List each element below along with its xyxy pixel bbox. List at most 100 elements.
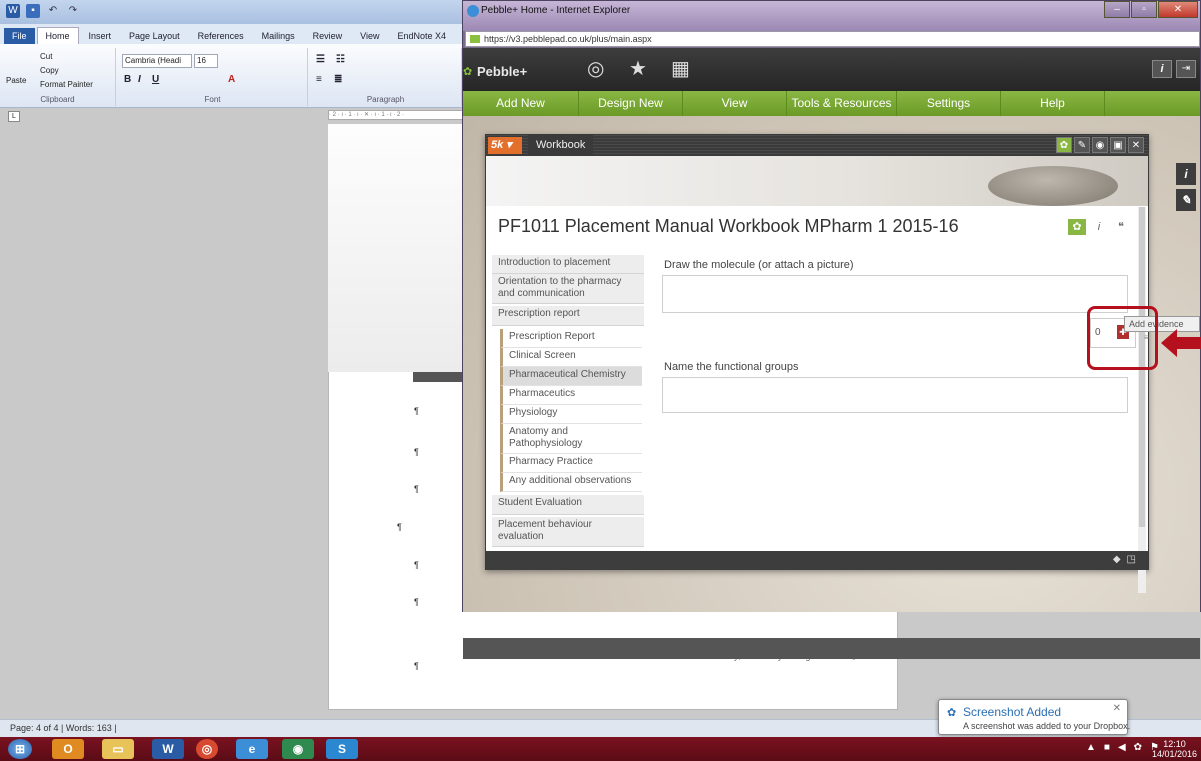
save-icon[interactable]: ▣ [1110, 137, 1126, 153]
sidebar-sub-prescription-report[interactable]: Prescription Report [500, 329, 642, 348]
file-explorer-icon[interactable]: ▭ [102, 739, 134, 759]
functional-groups-field[interactable] [662, 377, 1128, 413]
italic-button[interactable]: I [138, 74, 141, 85]
dropbox-notification[interactable]: ✿ Screenshot Added A screenshot was adde… [938, 699, 1130, 735]
sidebar-item-orientation[interactable]: Orientation to the pharmacy and communic… [492, 274, 644, 304]
workbook-menu-button[interactable]: 5k ▾ [488, 137, 522, 154]
sidebar-item-placement-behaviour[interactable]: Placement behaviour evaluation [492, 517, 644, 547]
favourites-star-icon[interactable]: ★ [629, 59, 647, 79]
heading-comment-icon[interactable]: ❝ [1112, 219, 1130, 235]
nav-view[interactable]: View [683, 91, 787, 116]
align-left-icon[interactable]: ≡ [316, 74, 322, 85]
bold-button[interactable]: B [124, 74, 131, 85]
tab-mailings[interactable]: Mailings [254, 28, 303, 44]
tab-insert[interactable]: Insert [81, 28, 120, 44]
tray-app-icon[interactable]: ■ [1104, 742, 1110, 753]
tab-selector[interactable]: L [8, 111, 20, 122]
align-center-icon[interactable]: ≣ [334, 74, 342, 85]
sidebar-item-prescription[interactable]: Prescription report [492, 306, 644, 326]
start-button[interactable]: ⊞ [8, 739, 32, 759]
outlook-icon[interactable]: O [52, 739, 84, 759]
nav-settings[interactable]: Settings [897, 91, 1001, 116]
save-icon[interactable]: ▪ [26, 4, 40, 18]
settings-gear-icon[interactable]: ✿ [1056, 137, 1072, 153]
font-size-select[interactable]: 16 [194, 54, 218, 68]
numbering-icon[interactable]: ☷ [336, 54, 345, 65]
close-button[interactable]: ✕ [1158, 1, 1198, 18]
chrome-icon[interactable]: ◎ [196, 739, 218, 759]
clipboard-group: Paste Cut Copy Format Painter Clipboard [0, 48, 116, 106]
nav-add-new[interactable]: Add New [463, 91, 579, 116]
clock[interactable]: 12:10 14/01/2016 [1152, 739, 1197, 759]
sidebar-item-student-evaluation[interactable]: Student Evaluation [492, 495, 644, 515]
nav-design-new[interactable]: Design New [579, 91, 683, 116]
sidebar-item-label: Any additional observations [509, 475, 632, 486]
sidebar-sub-physiology[interactable]: Physiology [500, 405, 642, 424]
workbook-bottom-bar: ◆ ◳ [486, 551, 1148, 570]
sidebar-item-label: Pharmaceutics [509, 388, 576, 399]
molecule-field[interactable] [662, 275, 1128, 313]
preview-eye-icon[interactable]: ◉ [1092, 137, 1108, 153]
minimize-button[interactable]: – [1104, 1, 1130, 18]
heading-settings-icon[interactable]: ✿ [1068, 219, 1086, 235]
tab-view[interactable]: View [352, 28, 387, 44]
tab-review[interactable]: Review [305, 28, 351, 44]
nav-help[interactable]: Help [1001, 91, 1105, 116]
exit-icon[interactable]: ⇥ [1176, 60, 1196, 78]
sidebar-sub-clinical-screen[interactable]: Clinical Screen [500, 348, 642, 367]
tag-icon[interactable]: ◆ [1113, 554, 1121, 565]
resize-icon[interactable]: ◳ [1127, 554, 1136, 565]
sidebar-sub-pharmacy-practice[interactable]: Pharmacy Practice [500, 454, 642, 473]
tab-endnote[interactable]: EndNote X4 [390, 28, 455, 44]
cut-button[interactable]: Cut [40, 52, 52, 61]
font-name-select[interactable]: Cambria (Headi [122, 54, 192, 68]
undo-icon[interactable]: ↶ [46, 4, 60, 18]
close-icon[interactable]: ✕ [1128, 137, 1144, 153]
internet-explorer-icon[interactable]: e [236, 739, 268, 759]
asset-store-icon[interactable]: ◎ [587, 59, 604, 79]
pebble-logo[interactable]: Pebble+ [477, 64, 527, 79]
sidebar-sub-anatomy[interactable]: Anatomy and Pathophysiology [500, 424, 642, 454]
skype-icon[interactable]: S [326, 739, 358, 759]
sidebar-sub-additional-observations[interactable]: Any additional observations [500, 473, 642, 492]
show-hidden-icons-icon[interactable]: ▲ [1086, 742, 1096, 753]
close-icon[interactable]: ✕ [1113, 703, 1121, 714]
workbook-titlebar: 5k ▾ Workbook ✿ ✎ ◉ ▣ ✕ [486, 135, 1148, 156]
tab-file[interactable]: File [4, 28, 35, 44]
tab-references[interactable]: References [190, 28, 252, 44]
horizontal-ruler[interactable]: · 2 · ı · 1 · ı · ✕ · ı · 1 · ı · 2 · [328, 110, 468, 120]
dropbox-tray-icon[interactable]: ✿ [1134, 742, 1142, 753]
font-color-button[interactable]: A [228, 74, 235, 85]
font-group-label: Font [204, 95, 221, 104]
info-icon[interactable]: i [1152, 60, 1172, 78]
sidebar-item-introduction[interactable]: Introduction to placement [492, 255, 644, 274]
underline-button[interactable]: U [152, 74, 159, 85]
taskbar: ⊞ O ▭ W ◎ e ◉ S ▲ ■ ◀ ✿ ⚑ 12:10 14/01/20… [0, 737, 1201, 761]
nav-tools-resources[interactable]: Tools & Resources [787, 91, 897, 116]
workbook-scrollbar[interactable] [1138, 207, 1146, 593]
format-painter-button[interactable]: Format Painter [40, 80, 93, 89]
sidebar-sub-pharmaceutics[interactable]: Pharmaceutics [500, 386, 642, 405]
tab-page-layout[interactable]: Page Layout [121, 28, 188, 44]
side-comment-icon[interactable]: ✎ [1176, 189, 1196, 211]
sidebar-sub-pharmaceutical-chemistry[interactable]: Pharmaceutical Chemistry [500, 367, 642, 386]
side-info-icon[interactable]: i [1176, 163, 1196, 185]
paste-button[interactable]: Paste [6, 76, 26, 85]
heading-info-icon[interactable]: i [1090, 219, 1108, 235]
stone-image [988, 166, 1118, 206]
app-icon[interactable]: ◉ [282, 739, 314, 759]
tab-home[interactable]: Home [36, 27, 79, 44]
page-word-count[interactable]: Page: 4 of 4 | Words: 163 | [10, 723, 117, 733]
address-bar[interactable]: https://v3.pebblepad.co.uk/plus/main.asp… [465, 31, 1200, 47]
copy-button[interactable]: Copy [40, 66, 59, 75]
volume-icon[interactable]: ◀ [1118, 742, 1126, 753]
pilcrow-icon: ¶ [414, 661, 419, 671]
bullets-icon[interactable]: ☰ [316, 54, 325, 65]
apps-grid-icon[interactable]: ▦ [671, 59, 690, 79]
redo-icon[interactable]: ↷ [66, 4, 80, 18]
sidebar-item-label: Student Evaluation [498, 497, 582, 508]
word-taskbar-icon[interactable]: W [152, 739, 184, 759]
functional-groups-label: Name the functional groups [664, 361, 799, 373]
edit-pencil-icon[interactable]: ✎ [1074, 137, 1090, 153]
maximize-button[interactable]: ▫ [1131, 1, 1157, 18]
